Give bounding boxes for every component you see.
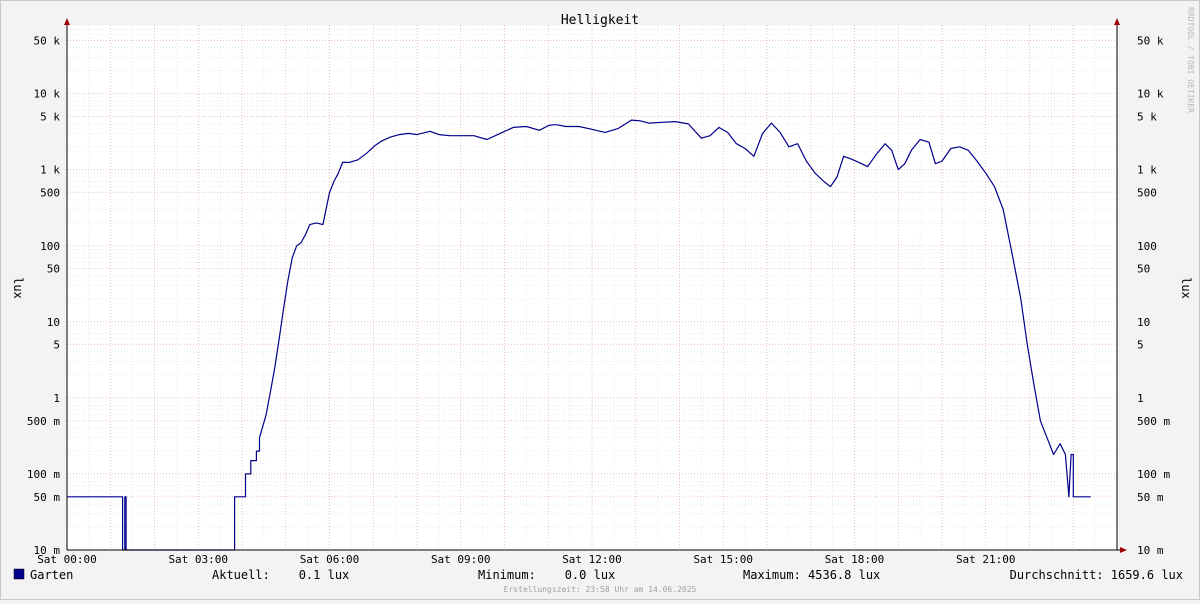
y-tick-label: 5 k (40, 111, 60, 124)
x-tick-label: Sat 06:00 (300, 553, 360, 566)
chart-svg: 10 m 50 m 100 m 500 m 1 5 10 50 100 500 1 k 5 k 10 k… (0, 0, 1200, 600)
y-tick-label: 50 m (34, 491, 61, 504)
y-axis-label-right: lux (1179, 277, 1193, 299)
x-tick-label: Sat 12:00 (562, 553, 622, 566)
x-tick-label: Sat 00:00 (37, 553, 97, 566)
y-tick-label: 1 k (40, 164, 60, 177)
y-tick-label: 10 k (34, 88, 61, 101)
y-tick-label-right: 1 (1137, 392, 1144, 405)
legend-maximum: Maximum: 4536.8 lux (743, 568, 880, 582)
legend-current: Aktuell: 0.1 lux (212, 568, 349, 582)
x-tick-label: Sat 09:00 (431, 553, 491, 566)
legend-swatch (13, 568, 25, 580)
y-tick-label-right: 50 (1137, 263, 1150, 276)
y-tick-label-right: 5 k (1137, 111, 1157, 124)
y-tick-label: 500 (40, 187, 60, 200)
y-tick-label: 1 (53, 392, 60, 405)
x-tick-label: Sat 21:00 (956, 553, 1016, 566)
y-tick-label: 500 m (27, 415, 60, 428)
y-tick-label-right: 100 (1137, 240, 1157, 253)
y-tick-label-right: 100 m (1137, 468, 1170, 481)
rrdtool-watermark: RRDTOOL / TOBI OETIKER (1186, 7, 1195, 113)
y-tick-label-right: 5 (1137, 339, 1144, 352)
y-tick-label: 100 m (27, 468, 60, 481)
x-tick-label: Sat 15:00 (693, 553, 753, 566)
y-tick-label: 50 (47, 263, 60, 276)
x-tick-label: Sat 18:00 (825, 553, 885, 566)
y-tick-label-right: 50 k (1137, 35, 1164, 48)
y-tick-label-right: 500 m (1137, 415, 1170, 428)
x-tick-label: Sat 03:00 (168, 553, 228, 566)
y-tick-label: 50 k (34, 35, 61, 48)
y-tick-label: 10 (47, 316, 60, 329)
y-tick-label-right: 500 (1137, 187, 1157, 200)
creation-time: Erstellungszeit: 23:58 Uhr am 14.06.2025 (504, 585, 697, 594)
legend-minimum: Minimum: 0.0 lux (478, 568, 615, 582)
y-tick-label: 5 (53, 339, 60, 352)
legend-average: Durchschnitt: 1659.6 lux (1010, 568, 1183, 582)
y-axis-label-left: lux (11, 277, 25, 299)
y-tick-label-right: 10 k (1137, 88, 1164, 101)
chart-window: 10 m 50 m 100 m 500 m 1 5 10 50 100 500 1 k 5 k 10 k… (0, 0, 1200, 600)
y-tick-label: 100 (40, 240, 60, 253)
chart-title: Helligkeit (561, 13, 639, 28)
legend-series-name: Garten (30, 568, 73, 582)
y-tick-label-right: 10 (1137, 316, 1150, 329)
y-tick-label-right: 1 k (1137, 164, 1157, 177)
y-tick-label-right: 10 m (1137, 544, 1164, 557)
y-tick-label-right: 50 m (1137, 491, 1164, 504)
